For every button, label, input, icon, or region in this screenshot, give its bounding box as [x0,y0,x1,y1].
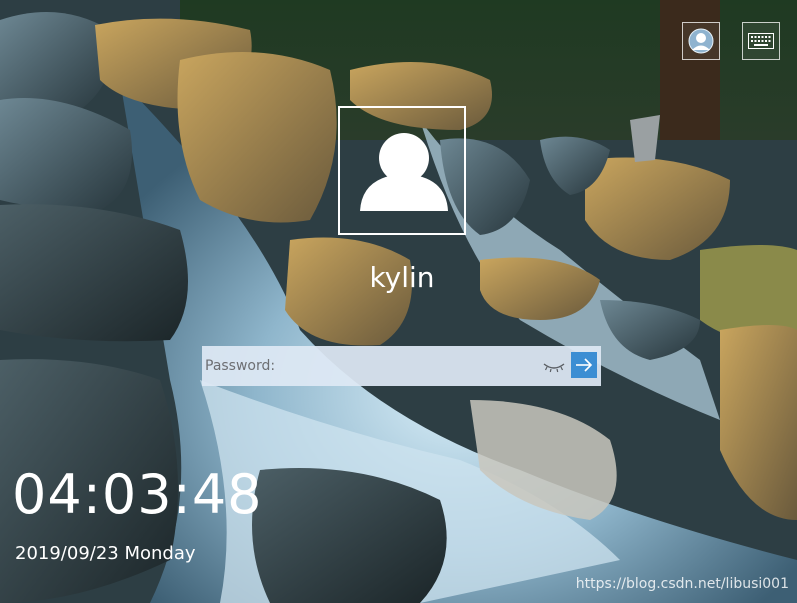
keyboard-icon [748,33,774,49]
login-screen: kylin 04:03:48 2019/09/23 Monday https:/… [0,0,797,603]
virtual-keyboard-button[interactable] [742,22,780,60]
user-avatar-icon [688,28,714,54]
password-input[interactable] [202,346,532,386]
clock-time: 04:03:48 [12,463,263,526]
login-submit-button[interactable] [571,352,597,378]
eye-closed-icon[interactable] [542,357,566,375]
watermark-url: https://blog.csdn.net/libusi001 [575,576,789,592]
switch-user-button[interactable] [682,22,720,60]
user-silhouette-icon [360,133,448,211]
password-field-container [202,346,601,386]
clock-date: 2019/09/23 Monday [15,543,196,564]
username-label: kylin [369,261,435,294]
arrow-right-icon [576,358,593,372]
user-avatar-frame [338,106,466,235]
